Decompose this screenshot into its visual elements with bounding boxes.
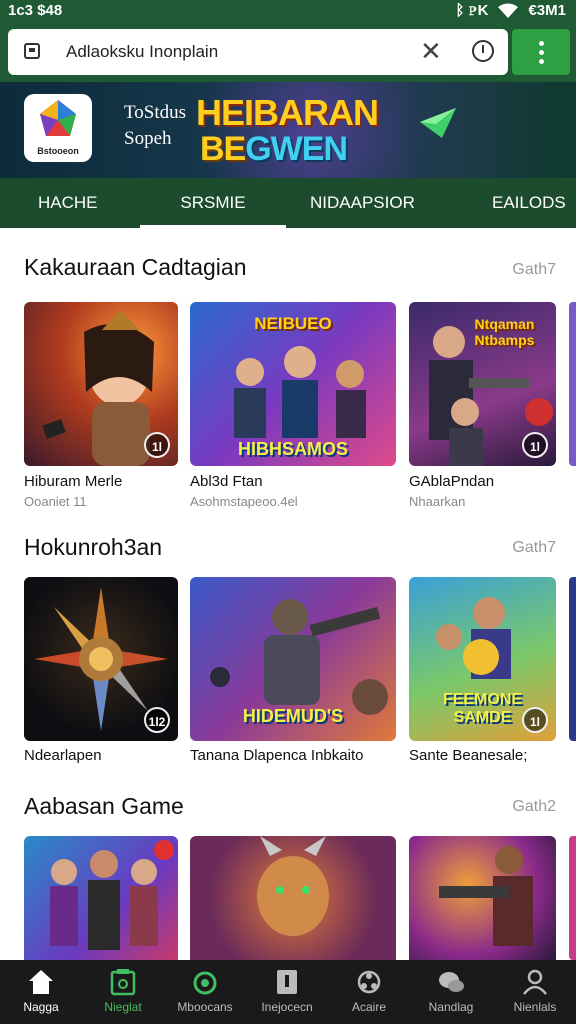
status-time: 1c3 $48 bbox=[8, 2, 63, 19]
next-card-peek[interactable] bbox=[569, 302, 576, 466]
banner-title-part-b: GWEN bbox=[245, 130, 348, 168]
beast-art-icon bbox=[257, 836, 329, 936]
network-icon bbox=[357, 970, 381, 994]
app-logo[interactable]: Bstooeon bbox=[24, 94, 92, 162]
game-subtitle: Ooaniet 11 bbox=[24, 494, 87, 509]
game-card[interactable]: FEEMONE SAMDE 1l bbox=[409, 577, 556, 741]
power-icon bbox=[193, 971, 217, 995]
banner-title-line1: HEIBARAN bbox=[196, 92, 379, 133]
tab-eailods[interactable]: EAILODS bbox=[492, 178, 566, 228]
section-title: Aabasan Game bbox=[24, 793, 184, 819]
game-title[interactable]: Ndearlapen bbox=[24, 747, 102, 764]
gunner-art-icon bbox=[439, 846, 533, 946]
section-see-all-link[interactable]: Gath7 bbox=[512, 261, 556, 279]
game-card[interactable]: NEIBUEO HIBHSAMOS bbox=[190, 302, 396, 466]
tab-hache[interactable]: HACHE bbox=[38, 178, 98, 228]
category-tabs: HACHE SRSMIE NIDAAPSIOR EAILODS bbox=[0, 178, 576, 228]
nav-profile[interactable]: Nienlals bbox=[494, 960, 576, 1024]
section-see-all-link[interactable]: Gath7 bbox=[512, 539, 556, 557]
nav-power[interactable]: Mboocans bbox=[164, 960, 246, 1024]
logo-star-icon bbox=[40, 100, 76, 136]
section-title: Hokunroh3an bbox=[24, 534, 163, 560]
reload-icon[interactable] bbox=[472, 40, 494, 62]
section-see-all-link[interactable]: Gath2 bbox=[512, 798, 556, 816]
game-art-bottom: HIBHSAMOS bbox=[237, 439, 348, 459]
next-card-peek[interactable] bbox=[569, 836, 576, 960]
info-icon bbox=[277, 970, 297, 994]
wifi-icon bbox=[498, 3, 519, 18]
nav-home[interactable]: Nagga bbox=[0, 960, 82, 1024]
game-card[interactable] bbox=[409, 836, 556, 960]
nav-chat[interactable]: Nandlag bbox=[410, 960, 492, 1024]
game-title[interactable]: GAblaPndan bbox=[409, 473, 494, 490]
nav-label: Nagga bbox=[23, 1000, 59, 1014]
game-card[interactable]: 1l2 bbox=[24, 577, 178, 741]
team-art-icon bbox=[50, 840, 174, 950]
game-title[interactable]: Hiburam Merle bbox=[24, 473, 122, 490]
nav-label: Inejocecn bbox=[261, 1000, 313, 1014]
banner-title-line2: BEGWEN bbox=[200, 130, 348, 169]
battery-text: €3M1 bbox=[528, 2, 566, 19]
browser-toolbar: Adlaoksku Inonplain ✕ bbox=[0, 24, 576, 82]
nav-label: Nandlag bbox=[428, 1000, 474, 1014]
logo-caption: Bstooeon bbox=[37, 146, 79, 156]
game-title[interactable]: Sante Beanesale; bbox=[409, 747, 527, 764]
nav-info[interactable]: Inejocecn bbox=[246, 960, 328, 1024]
nav-label: Mboocans bbox=[177, 1000, 233, 1014]
game-art-title: Ntqaman Ntbamps bbox=[474, 316, 535, 348]
next-card-peek[interactable] bbox=[569, 577, 576, 741]
banner-title-part-a: BE bbox=[200, 130, 246, 168]
rating-badge: 1l bbox=[522, 432, 548, 458]
section-title: Kakauraan Cadtagian bbox=[24, 254, 247, 280]
banner-subtitle-line2: Sopeh bbox=[124, 128, 172, 149]
rating-badge: 1l bbox=[522, 707, 548, 733]
gem-icon bbox=[420, 108, 456, 138]
nav-label: Nieglat bbox=[104, 1000, 142, 1014]
rating-badge: 1l2 bbox=[144, 707, 170, 733]
hero-banner[interactable]: Bstooeon ToStdus Sopeh HEIBARAN BEGWEN bbox=[0, 82, 576, 178]
close-icon[interactable]: ✕ bbox=[420, 37, 442, 65]
game-subtitle: Nhaarkan bbox=[409, 494, 466, 509]
status-indicators: ᛒ ℙK €3M1 bbox=[455, 2, 566, 19]
nav-network[interactable]: Acaire bbox=[328, 960, 410, 1024]
home-icon bbox=[29, 970, 53, 994]
game-art-bottom: HIDEMUD'S bbox=[242, 706, 344, 726]
url-text[interactable]: Adlaoksku Inonplain bbox=[66, 42, 218, 62]
calendar-icon bbox=[110, 969, 136, 996]
user-icon bbox=[523, 969, 547, 995]
game-card[interactable] bbox=[24, 836, 178, 960]
nav-label: Acaire bbox=[351, 1000, 386, 1014]
rating-badge: 1l bbox=[144, 432, 170, 458]
nav-calendar[interactable]: Nieglat bbox=[82, 960, 164, 1024]
bluetooth-icon: ᛒ ℙK bbox=[455, 2, 489, 19]
bottom-navigation: Nagga Nieglat Mboocans Inejocecn Acaire … bbox=[0, 960, 576, 1024]
nav-label: Nienlals bbox=[513, 1000, 557, 1014]
game-card[interactable]: 1l bbox=[24, 302, 178, 466]
tab-srsmie[interactable]: SRSMIE bbox=[140, 178, 286, 228]
game-card[interactable]: Ntqaman Ntbamps 1l bbox=[409, 302, 556, 466]
tab-nidaapsior[interactable]: NIDAAPSIOR bbox=[310, 178, 415, 228]
banner-subtitle: ToStdus Sopeh bbox=[124, 100, 186, 152]
game-card[interactable] bbox=[190, 836, 396, 960]
address-bar[interactable]: Adlaoksku Inonplain ✕ bbox=[8, 29, 508, 75]
status-bar: 1c3 $48 ᛒ ℙK €3M1 bbox=[0, 0, 576, 24]
game-art-title: NEIBUEO bbox=[254, 314, 332, 333]
chat-icon bbox=[439, 972, 464, 992]
tab-switcher-icon[interactable] bbox=[24, 43, 40, 59]
game-card[interactable]: HIDEMUD'S bbox=[190, 577, 396, 741]
game-subtitle: Asohmstapeoo.4el bbox=[190, 494, 298, 509]
banner-subtitle-line1: ToStdus bbox=[124, 102, 187, 123]
menu-button[interactable] bbox=[512, 29, 570, 75]
game-title[interactable]: Tanana Dlapenca Inbkaito bbox=[190, 747, 363, 764]
game-title[interactable]: Abl3d Ftan bbox=[190, 473, 263, 490]
